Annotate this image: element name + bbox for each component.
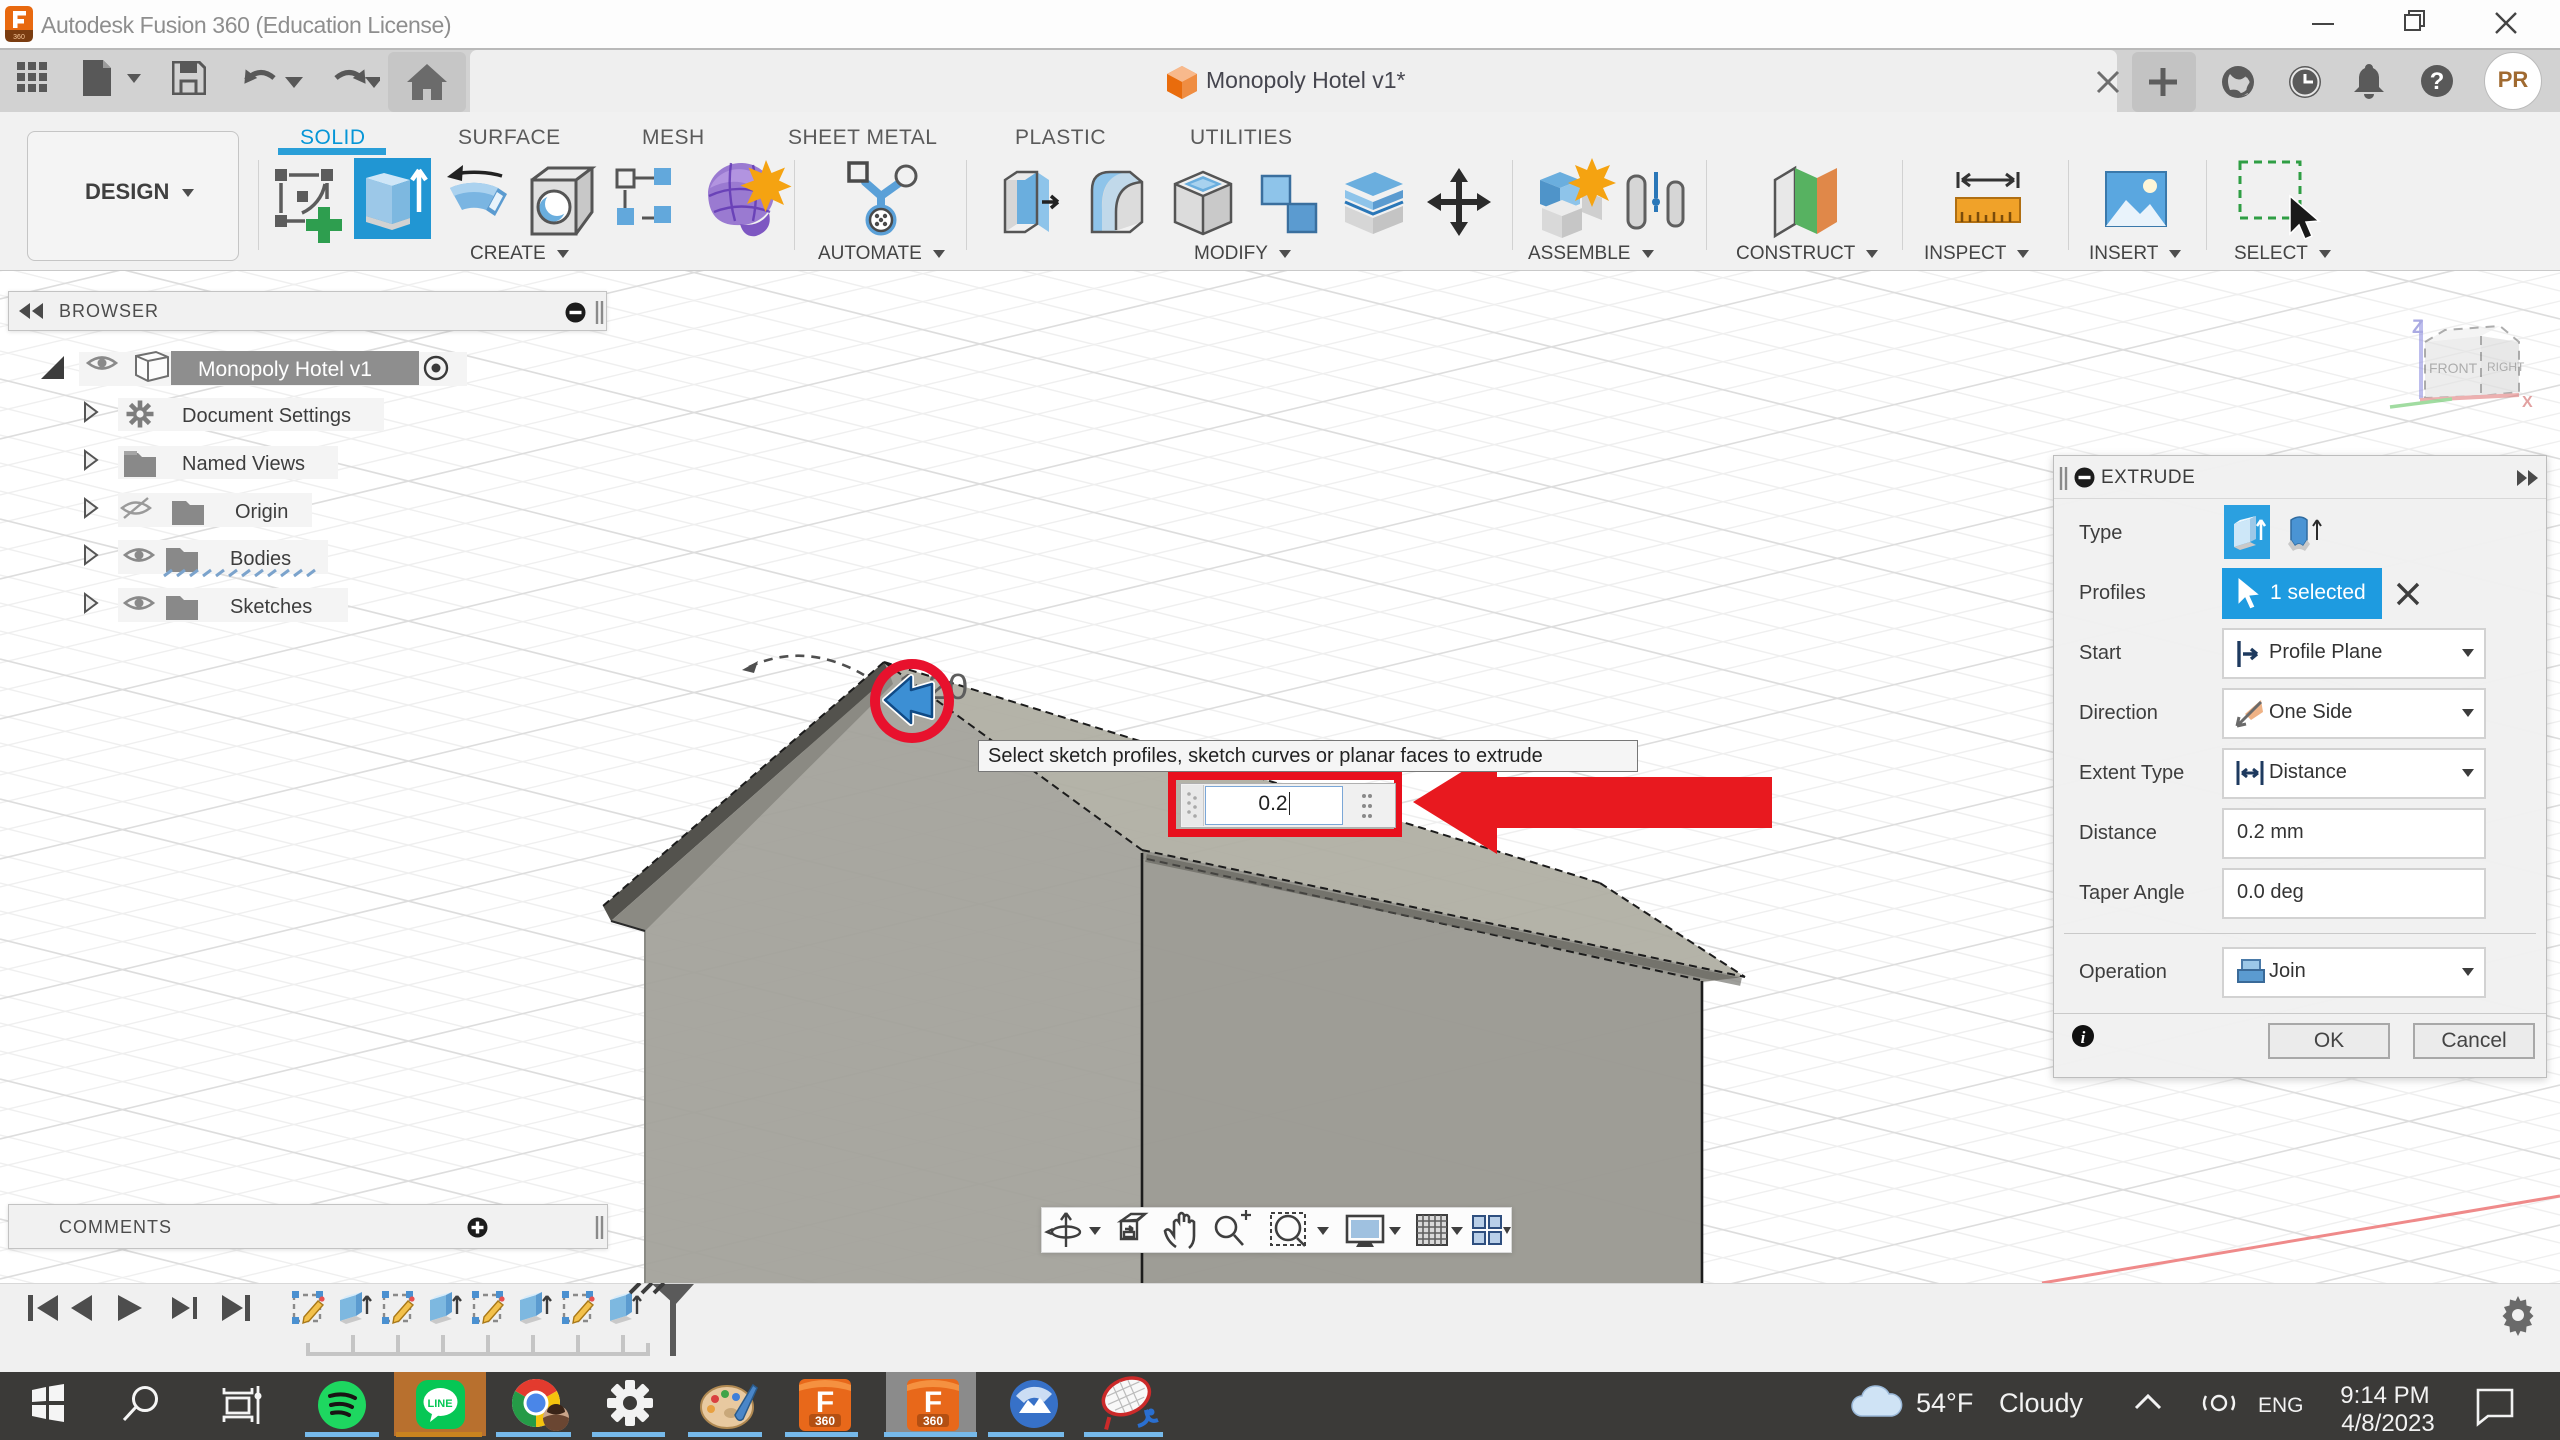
svg-text:Origin: Origin xyxy=(235,501,288,523)
svg-text:?: ? xyxy=(2430,68,2445,95)
svg-text:360: 360 xyxy=(923,1414,943,1428)
svg-text:Document Settings: Document Settings xyxy=(182,405,351,427)
svg-text:i: i xyxy=(2081,1028,2086,1047)
svg-text:4/8/2023: 4/8/2023 xyxy=(2341,1410,2434,1437)
svg-text:Monopoly Hotel v1: Monopoly Hotel v1 xyxy=(198,358,372,381)
svg-text:LINE: LINE xyxy=(427,1398,452,1410)
svg-text:Z: Z xyxy=(2412,317,2424,338)
svg-text:Sketches: Sketches xyxy=(230,596,312,618)
svg-text:9:14 PM: 9:14 PM xyxy=(2340,1382,2429,1409)
svg-text:ENG: ENG xyxy=(2258,1394,2304,1417)
svg-text:FRONT: FRONT xyxy=(2429,360,2478,376)
svg-text:360: 360 xyxy=(13,34,25,41)
svg-text:Bodies: Bodies xyxy=(230,548,291,570)
svg-text:X: X xyxy=(2522,394,2533,411)
svg-text:RIGHT: RIGHT xyxy=(2487,360,2525,374)
svg-text:Cloudy: Cloudy xyxy=(1999,1388,2084,1418)
svg-text:360: 360 xyxy=(815,1414,835,1428)
svg-text:54°F: 54°F xyxy=(1916,1388,1973,1418)
svg-text:Named Views: Named Views xyxy=(182,453,305,475)
